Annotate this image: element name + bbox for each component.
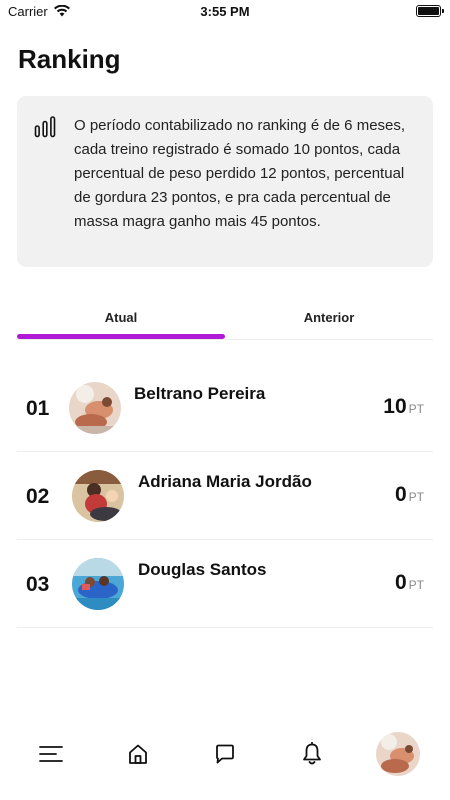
status-bar: Carrier 3:55 PM xyxy=(0,0,450,24)
menu-button[interactable] xyxy=(33,736,69,772)
rank-position: 01 xyxy=(26,397,50,420)
rank-points: 0 xyxy=(394,571,407,594)
tab-bar: Atual Anterior xyxy=(17,306,433,340)
chat-button[interactable] xyxy=(207,736,243,772)
profile-avatar[interactable] xyxy=(376,732,420,776)
rank-score: 0 PT xyxy=(395,483,424,507)
bar-chart-icon xyxy=(34,116,56,138)
rank-score: 10 PT xyxy=(383,395,424,419)
avatar xyxy=(72,470,124,522)
rank-name: Adriana Maria Jordão xyxy=(138,472,312,491)
status-time: 3:55 PM xyxy=(200,4,250,19)
battery-icon xyxy=(416,5,444,17)
info-text: O período contabilizado no ranking é de … xyxy=(74,117,406,230)
tab-anterior[interactable]: Anterior xyxy=(225,306,433,340)
rank-score: 0 PT xyxy=(395,571,424,595)
rank-unit: PT xyxy=(408,578,424,592)
rank-position: 02 xyxy=(26,485,50,508)
rank-unit: PT xyxy=(408,402,424,416)
ranking-row[interactable]: 02 Adriana Maria Jordão 0 PT xyxy=(17,452,433,540)
avatar xyxy=(72,558,124,610)
rank-points: 10 xyxy=(383,395,407,418)
rank-name: Douglas Santos xyxy=(138,560,267,579)
page-title: Ranking xyxy=(18,44,121,74)
home-icon xyxy=(129,744,147,764)
rank-name: Beltrano Pereira xyxy=(134,384,266,403)
info-box: O período contabilizado no ranking é de … xyxy=(17,96,433,267)
bell-icon xyxy=(303,742,321,765)
rank-points: 0 xyxy=(394,483,407,506)
ranking-list: 01 Beltrano Pereira 10 PT 02 Adriana Mar… xyxy=(17,364,433,628)
ranking-row[interactable]: 01 Beltrano Pereira 10 PT xyxy=(17,364,433,452)
chat-icon xyxy=(216,744,234,764)
menu-icon xyxy=(39,746,63,762)
home-button[interactable] xyxy=(120,736,156,772)
active-tab-indicator xyxy=(17,334,225,339)
notifications-button[interactable] xyxy=(294,736,330,772)
ranking-row[interactable]: 03 Douglas Santos 0 PT xyxy=(17,540,433,628)
avatar xyxy=(69,382,121,434)
rank-position: 03 xyxy=(26,573,50,596)
rank-unit: PT xyxy=(408,490,424,504)
bottom-nav xyxy=(0,724,450,784)
